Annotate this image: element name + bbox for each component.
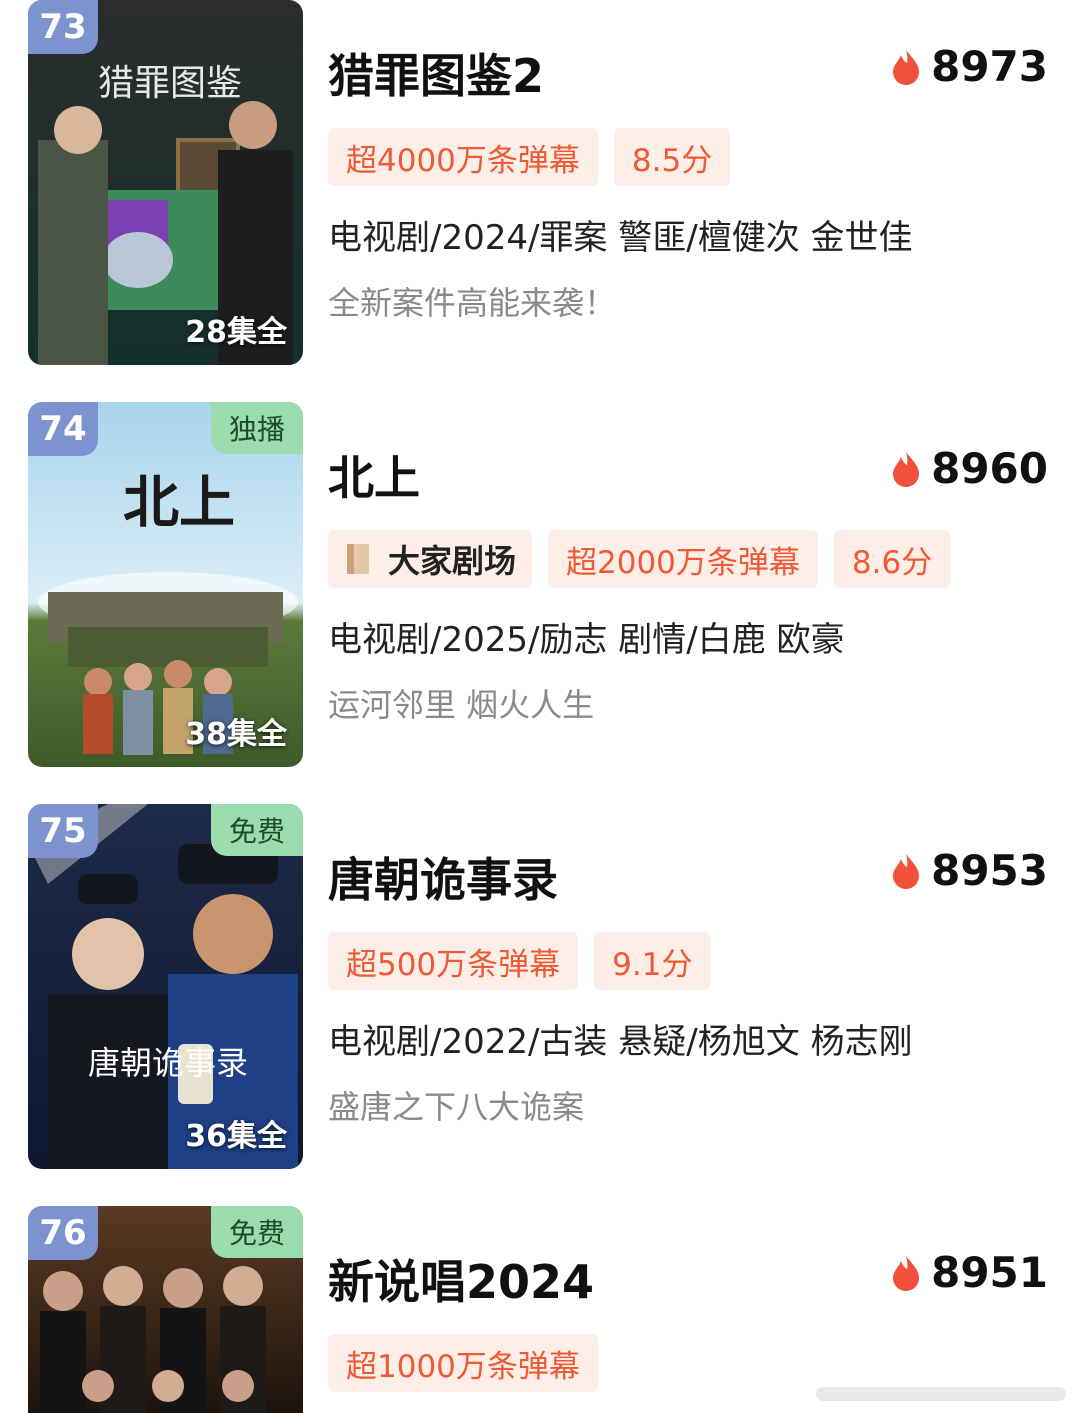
list-item[interactable]: 猎罪图鉴 73 28集全 猎罪图鉴2 8973 超4000万条弹幕 8.5分 电… [0,0,1080,380]
show-meta: 电视剧/2022/古装 悬疑/杨旭文 杨志刚 [328,1022,913,1062]
chip-row: 超500万条弹幕 9.1分 [328,932,711,990]
flame-icon [893,49,920,85]
theater-chip[interactable]: 大家剧场 [328,530,533,588]
show-description: 全新案件高能来袭！ [328,284,617,322]
exclusive-tag: 独播 [210,402,303,454]
chip-row: 大家剧场 超2000万条弹幕 8.6分 [328,530,951,588]
list-item[interactable]: 唐朝诡事录 75 免费 36集全 唐朝诡事录 8953 超500万条弹幕 9.1… [0,804,1080,1184]
show-description: 盛唐之下八大诡案 [328,1088,585,1126]
flame-icon [893,451,920,487]
rank-badge: 74 [28,402,98,456]
free-tag: 免费 [210,1206,303,1258]
heat-score: 8953 [891,846,1048,895]
heat-score: 8973 [891,42,1048,91]
episode-count: 36集全 [185,1119,287,1154]
episode-count: 38集全 [185,717,287,752]
score-chip: 8.5分 [613,128,731,186]
free-tag: 免费 [210,804,303,856]
show-title[interactable]: 北上 [328,442,420,508]
poster[interactable]: 猎罪图鉴 73 28集全 [28,0,303,365]
episode-count: 28集全 [185,315,287,350]
heat-value: 8973 [931,42,1048,91]
heat-score: 8951 [891,1248,1048,1297]
svg-text:唐朝诡事录: 唐朝诡事录 [88,1044,248,1082]
show-title[interactable]: 新说唱2024 [328,1246,594,1312]
chip-row: 超1000万条弹幕 [328,1334,598,1392]
svg-text:北上: 北上 [123,470,235,536]
score-chip: 9.1分 [594,932,711,990]
flame-icon [893,853,920,889]
flame-icon [893,1255,920,1291]
watermark [816,1387,1066,1401]
rank-badge: 75 [28,804,98,858]
danmaku-chip: 超500万条弹幕 [328,932,579,990]
book-icon [347,544,369,574]
show-title[interactable]: 猎罪图鉴2 [328,40,544,106]
danmaku-chip: 超4000万条弹幕 [328,128,598,186]
poster[interactable]: 北上 74 独播 38集全 [28,402,303,767]
theater-label: 大家剧场 [388,542,517,580]
score-chip: 8.6分 [833,530,951,588]
heat-value: 8951 [931,1248,1048,1297]
list-item[interactable]: 北上 74 独播 38集全 北上 8960 大家剧场 超2000万条弹幕 8.6… [0,402,1080,782]
show-title[interactable]: 唐朝诡事录 [328,844,558,910]
poster[interactable]: 76 免费 [28,1206,303,1413]
show-description: 运河邻里 烟火人生 [328,686,595,724]
chip-row: 超4000万条弹幕 8.5分 [328,128,731,186]
heat-value: 8960 [931,444,1048,493]
show-meta: 电视剧/2025/励志 剧情/白鹿 欧豪 [328,620,845,660]
svg-text:猎罪图鉴: 猎罪图鉴 [98,63,242,104]
show-meta: 电视剧/2024/罪案 警匪/檀健次 金世佳 [328,218,913,258]
danmaku-chip: 超2000万条弹幕 [548,530,818,588]
rank-badge: 73 [28,0,98,54]
rank-badge: 76 [28,1206,98,1260]
danmaku-chip: 超1000万条弹幕 [328,1334,598,1392]
heat-value: 8953 [931,846,1048,895]
heat-score: 8960 [891,444,1048,493]
poster[interactable]: 唐朝诡事录 75 免费 36集全 [28,804,303,1169]
